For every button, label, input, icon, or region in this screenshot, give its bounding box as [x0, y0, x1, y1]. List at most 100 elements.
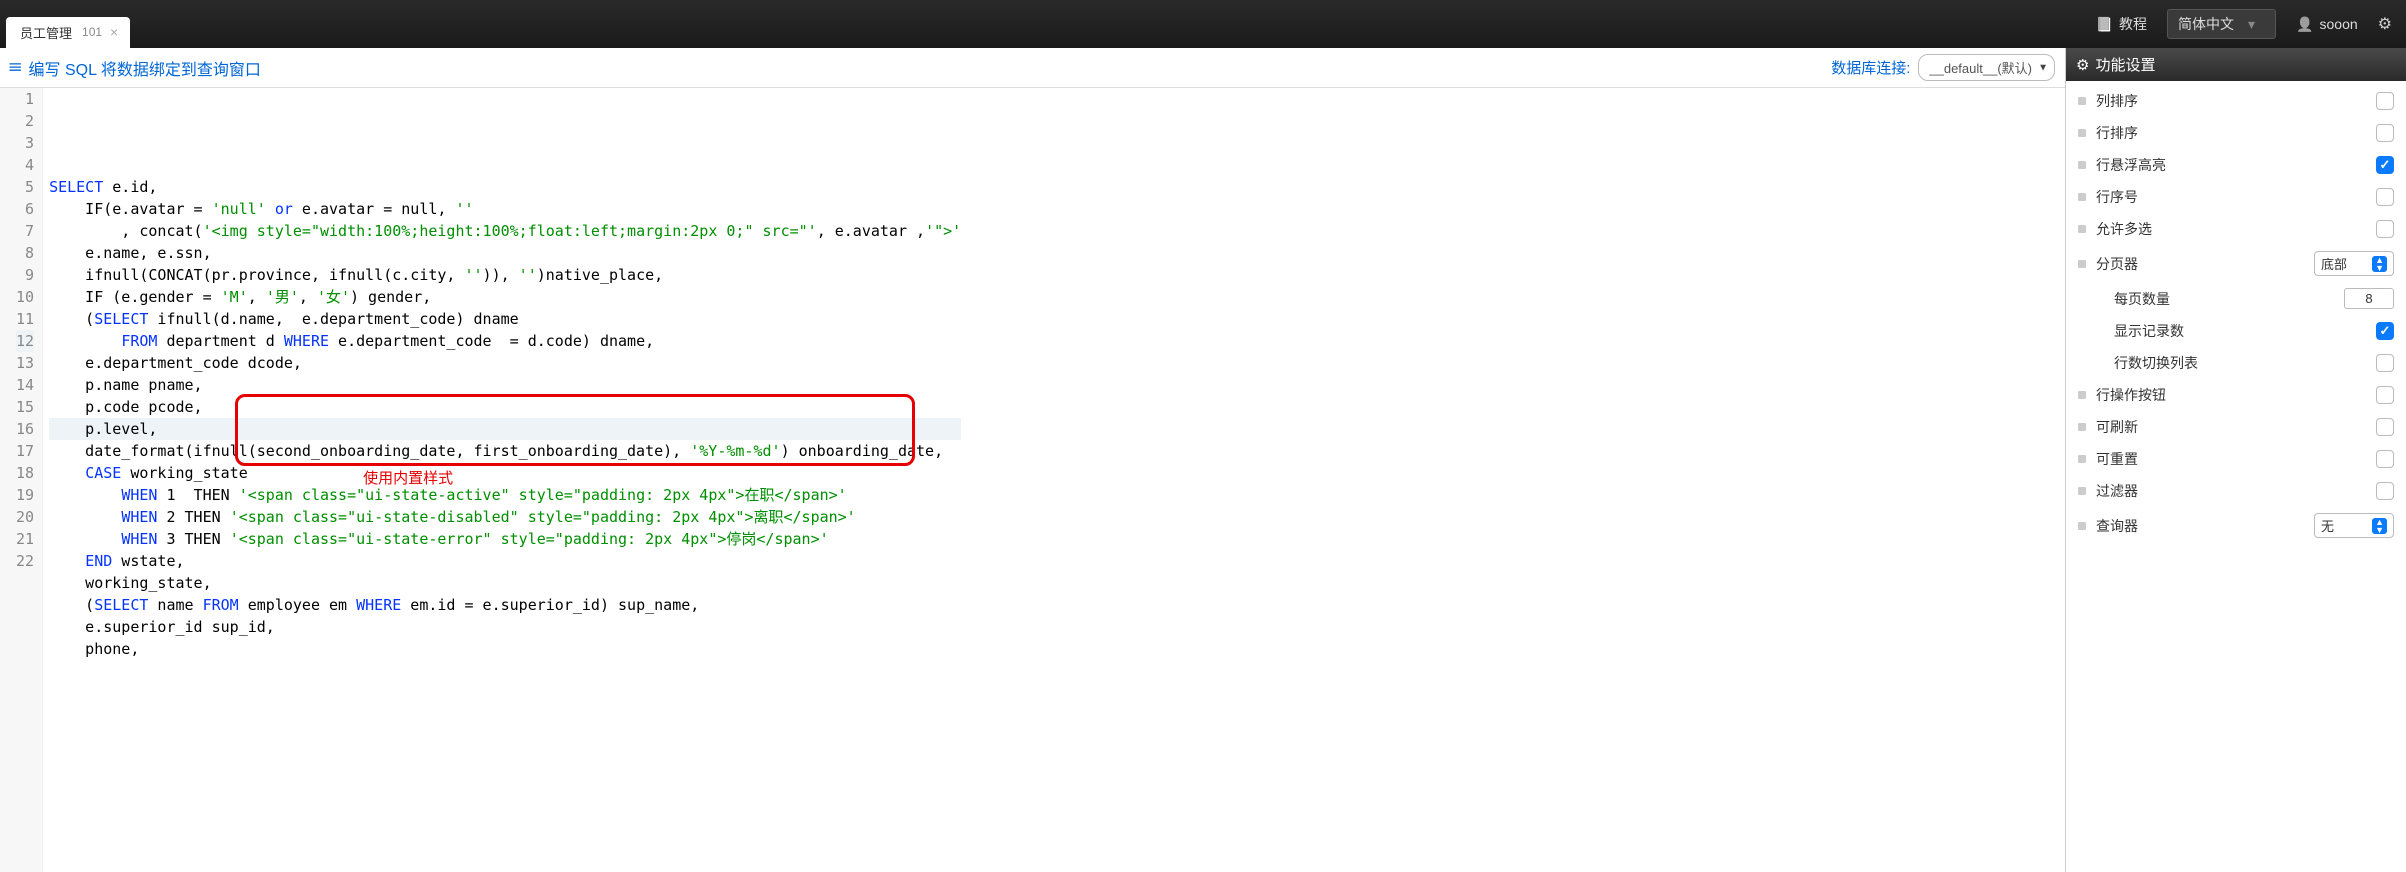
code-line[interactable]: p.code pcode,	[49, 396, 961, 418]
row-num-checkbox[interactable]	[2376, 188, 2394, 206]
line-number: 7	[16, 220, 34, 242]
code-line[interactable]: p.name pname,	[49, 374, 961, 396]
tab-suffix: 101	[82, 25, 102, 39]
tab-title: 员工管理	[20, 23, 72, 42]
row-sort-checkbox[interactable]	[2376, 124, 2394, 142]
line-number: 18	[16, 462, 34, 484]
username-label: sooon	[2320, 16, 2358, 32]
book-icon	[2096, 16, 2113, 33]
setting-row-toggle: 行数切换列表	[2066, 347, 2406, 379]
code-line[interactable]: END wstate,	[49, 550, 961, 572]
row-actions-checkbox[interactable]	[2376, 386, 2394, 404]
user-menu[interactable]: sooon	[2296, 16, 2358, 33]
setting-row-sort: 行排序	[2066, 117, 2406, 149]
line-number: 13	[16, 352, 34, 374]
setting-show-count: 显示记录数	[2066, 315, 2406, 347]
line-number: 8	[16, 242, 34, 264]
tutorial-link[interactable]: 教程	[2096, 14, 2147, 34]
editor-header: 编写 SQL 将数据绑定到查询窗口 数据库连接: __default__(默认)…	[0, 48, 2065, 88]
line-gutter: 12345678910111213141516171819202122	[0, 88, 43, 872]
line-number: 3	[16, 132, 34, 154]
top-bar: 员工管理 101 × 教程 简体中文 sooon	[0, 0, 2406, 48]
code-line[interactable]: IF (e.gender = 'M', '男', '女') gender,	[49, 286, 961, 308]
resettable-checkbox[interactable]	[2376, 450, 2394, 468]
line-number: 4	[16, 154, 34, 176]
code-line[interactable]: SELECT e.id,	[49, 176, 961, 198]
language-value: 简体中文	[2178, 14, 2234, 34]
tab-close-icon[interactable]: ×	[110, 24, 118, 40]
setting-resettable: 可重置	[2066, 443, 2406, 475]
line-number: 5	[16, 176, 34, 198]
code-content[interactable]: 使用内置样式 SELECT e.id, IF(e.avatar = 'null'…	[43, 88, 967, 872]
editor-title: 编写 SQL 将数据绑定到查询窗口	[29, 56, 261, 80]
setting-refreshable: 可刷新	[2066, 411, 2406, 443]
code-line[interactable]: date_format(ifnull(second_onboarding_dat…	[49, 440, 961, 462]
code-line[interactable]: e.department_code dcode,	[49, 352, 961, 374]
code-line[interactable]: WHEN 1 THEN '<span class="ui-state-activ…	[49, 484, 961, 506]
show-count-checkbox[interactable]	[2376, 322, 2394, 340]
setting-filter: 过滤器	[2066, 475, 2406, 507]
tab-employee-mgmt[interactable]: 员工管理 101 ×	[6, 17, 130, 48]
line-number: 16	[16, 418, 34, 440]
settings-pane: ⚙ 功能设置 列排序 行排序 行悬浮高亮 行序号 允许多选	[2066, 48, 2406, 872]
db-conn-label: 数据库连接:	[1831, 57, 1910, 78]
tutorial-label: 教程	[2119, 14, 2147, 34]
line-number: 22	[16, 550, 34, 572]
hover-hl-checkbox[interactable]	[2376, 156, 2394, 174]
line-number: 15	[16, 396, 34, 418]
code-line[interactable]: phone,	[49, 638, 961, 660]
settings-header: ⚙ 功能设置	[2066, 48, 2406, 81]
line-number: 9	[16, 264, 34, 286]
chevron-down-icon: ▼	[2038, 62, 2048, 73]
database-icon	[10, 57, 21, 78]
code-line[interactable]: e.superior_id sup_id,	[49, 616, 961, 638]
setting-col-sort: 列排序	[2066, 85, 2406, 117]
line-number: 11	[16, 308, 34, 330]
code-line[interactable]: (SELECT ifnull(d.name, e.department_code…	[49, 308, 961, 330]
line-number: 20	[16, 506, 34, 528]
setting-query: 查询器 无 ▲▼	[2066, 507, 2406, 544]
multi-sel-checkbox[interactable]	[2376, 220, 2394, 238]
code-line[interactable]: , concat('<img style="width:100%;height:…	[49, 220, 961, 242]
query-select[interactable]: 无 ▲▼	[2314, 513, 2394, 538]
language-select[interactable]: 简体中文	[2167, 9, 2276, 39]
sql-editor[interactable]: 12345678910111213141516171819202122 使用内置…	[0, 88, 2065, 872]
code-line[interactable]: WHEN 3 THEN '<span class="ui-state-error…	[49, 528, 961, 550]
gears-icon: ⚙	[2076, 56, 2089, 74]
refreshable-checkbox[interactable]	[2376, 418, 2394, 436]
line-number: 2	[16, 110, 34, 132]
setting-row-number: 行序号	[2066, 181, 2406, 213]
code-line[interactable]: working_state,	[49, 572, 961, 594]
code-line[interactable]: ifnull(CONCAT(pr.province, ifnull(c.city…	[49, 264, 961, 286]
pager-position-select[interactable]: 底部 ▲▼	[2314, 251, 2394, 276]
setting-hover-highlight: 行悬浮高亮	[2066, 149, 2406, 181]
line-number: 12	[16, 330, 34, 352]
filter-checkbox[interactable]	[2376, 482, 2394, 500]
setting-page-size: 每页数量 8	[2066, 282, 2406, 315]
code-line[interactable]: e.name, e.ssn,	[49, 242, 961, 264]
setting-row-actions: 行操作按钮	[2066, 379, 2406, 411]
col-sort-checkbox[interactable]	[2376, 92, 2394, 110]
annotation-text: 使用内置样式	[363, 468, 453, 490]
row-toggle-checkbox[interactable]	[2376, 354, 2394, 372]
line-number: 14	[16, 374, 34, 396]
line-number: 19	[16, 484, 34, 506]
code-line[interactable]: FROM department d WHERE e.department_cod…	[49, 330, 961, 352]
editor-pane: 编写 SQL 将数据绑定到查询窗口 数据库连接: __default__(默认)…	[0, 48, 2066, 872]
code-line[interactable]: (SELECT name FROM employee em WHERE em.i…	[49, 594, 961, 616]
code-line[interactable]: WHEN 2 THEN '<span class="ui-state-disab…	[49, 506, 961, 528]
line-number: 17	[16, 440, 34, 462]
line-number: 10	[16, 286, 34, 308]
user-icon	[2296, 16, 2313, 33]
line-number: 21	[16, 528, 34, 550]
setting-pager: 分页器 底部 ▲▼	[2066, 245, 2406, 282]
settings-gear-icon[interactable]	[2378, 14, 2392, 34]
code-line[interactable]: p.level,	[49, 418, 961, 440]
db-conn-select[interactable]: __default__(默认) ▼	[1918, 54, 2055, 81]
line-number: 1	[16, 88, 34, 110]
code-line[interactable]: CASE working_state	[49, 462, 961, 484]
line-number: 6	[16, 198, 34, 220]
code-line[interactable]: IF(e.avatar = 'null' or e.avatar = null,…	[49, 198, 961, 220]
page-size-input[interactable]: 8	[2344, 288, 2394, 309]
settings-title: 功能设置	[2095, 54, 2155, 75]
